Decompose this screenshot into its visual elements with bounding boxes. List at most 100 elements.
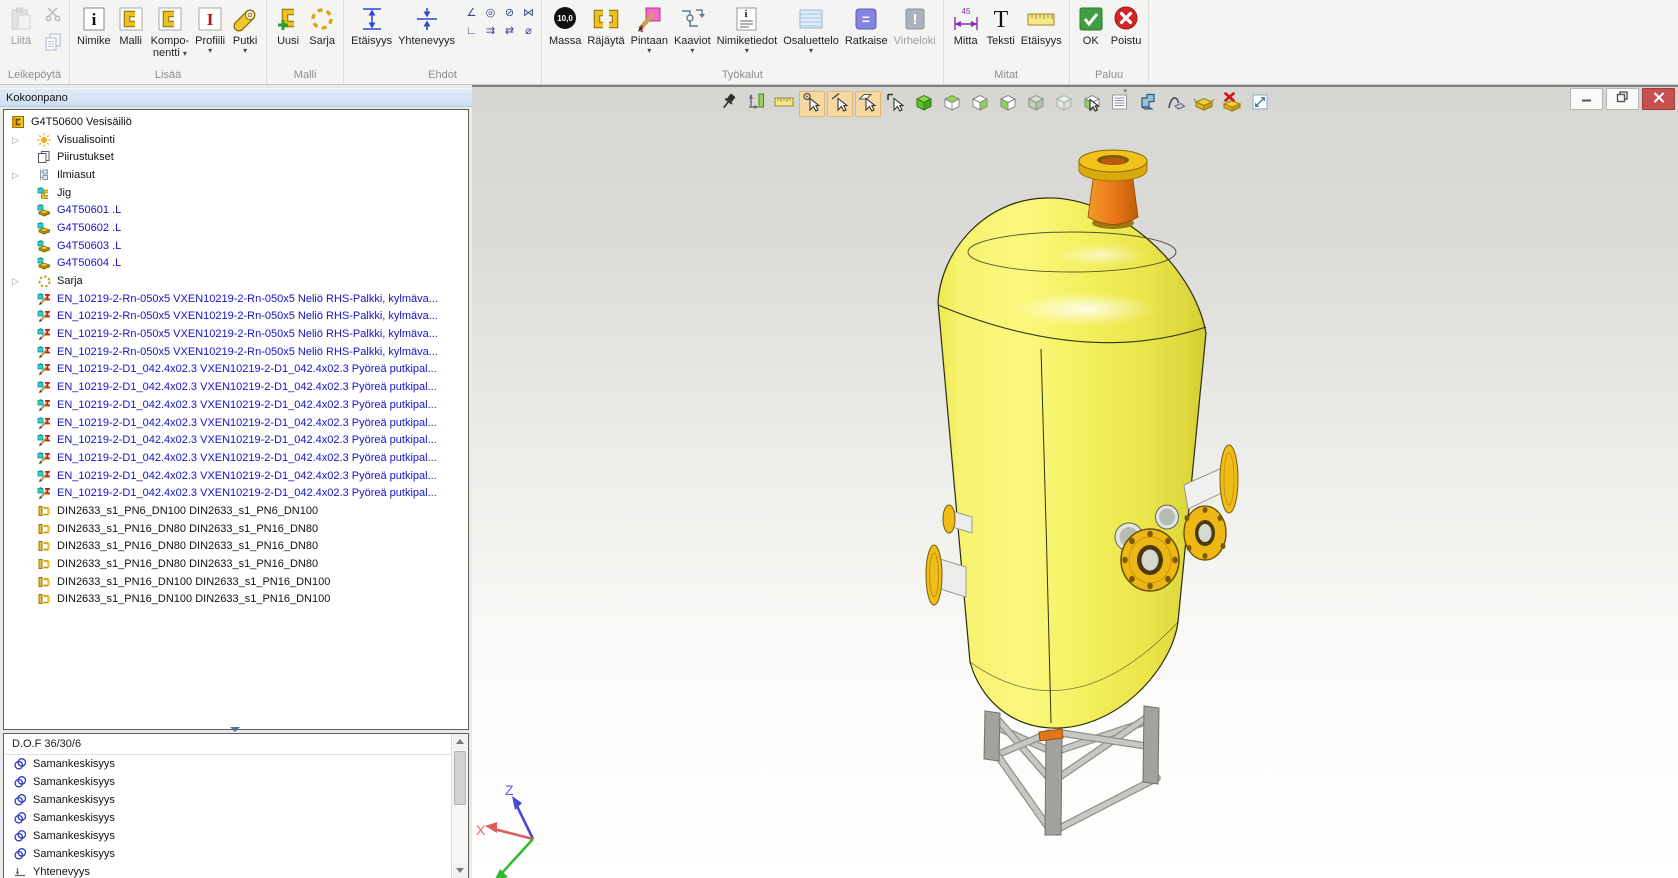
view-hidden-button[interactable] xyxy=(1051,91,1077,117)
scroll-down-button[interactable] xyxy=(452,863,468,878)
et-isyys-button[interactable]: Etäisyys xyxy=(348,1,395,48)
select-edge-button[interactable] xyxy=(827,91,853,117)
ratkaise-button[interactable]: =Ratkaise xyxy=(842,1,891,48)
tree-item[interactable]: G4T50600 Vesisäiliö xyxy=(4,113,468,131)
tree-item[interactable]: EN_10219-2-Rn-050x5 VXEN10219-2-Rn-050x5… xyxy=(4,325,468,343)
tree-item[interactable]: ▷Visualisointi xyxy=(4,131,468,149)
scroll-up-button[interactable] xyxy=(452,734,468,749)
expander-icon[interactable]: ▷ xyxy=(10,276,36,286)
virheloki-button[interactable]: !Virheloki xyxy=(891,1,939,48)
et-isyys-button[interactable]: Etäisyys xyxy=(1018,1,1065,48)
komponentti-button[interactable]: Kompo-nentti ▾ xyxy=(148,1,193,61)
tree-item[interactable]: EN_10219-2-D1_042.4x02.3 VXEN10219-2-D1_… xyxy=(4,484,468,502)
scrollbar-thumb[interactable] xyxy=(454,751,466,805)
curve-button[interactable] xyxy=(1163,91,1189,117)
teksti-button[interactable]: TTeksti xyxy=(984,1,1018,48)
view-wire-top-button[interactable] xyxy=(939,91,965,117)
view-flat-button[interactable] xyxy=(1023,91,1049,117)
restore-button[interactable] xyxy=(1606,88,1639,110)
constraint-item[interactable]: Samankeskisyys xyxy=(4,845,451,863)
expander-icon[interactable]: ▷ xyxy=(10,135,36,145)
model-top-nozzle[interactable] xyxy=(1079,150,1147,229)
no-tangent-constraint-button[interactable]: ⊘ xyxy=(501,6,518,20)
liit-button[interactable]: Liitä xyxy=(4,1,38,48)
tree-item[interactable]: Jig xyxy=(4,184,468,202)
constraint-item[interactable]: Yhtenevyys xyxy=(4,863,451,878)
view-side-button[interactable] xyxy=(967,91,993,117)
tree-item[interactable]: DIN2633_s1_PN16_DN80 DIN2633_s1_PN16_DN8… xyxy=(4,555,468,573)
swap-constraint-button[interactable]: ⇄ xyxy=(501,24,518,38)
constraint-item[interactable]: Samankeskisyys xyxy=(4,809,451,827)
tree-item[interactable]: EN_10219-2-D1_042.4x02.3 VXEN10219-2-D1_… xyxy=(4,396,468,414)
angle-constraint-button[interactable]: ∠ xyxy=(463,6,480,20)
box-open-button[interactable] xyxy=(1191,91,1217,117)
nimiketiedot-button[interactable]: iNimiketiedot▾ xyxy=(714,1,781,56)
tree-item[interactable]: DIN2633_s1_PN16_DN100 DIN2633_s1_PN16_DN… xyxy=(4,573,468,591)
ruler-small-button[interactable] xyxy=(771,91,797,117)
tree-item[interactable]: EN_10219-2-Rn-050x5 VXEN10219-2-Rn-050x5… xyxy=(4,290,468,308)
constraints-scrollbar[interactable] xyxy=(451,734,468,878)
r-j-yt-button[interactable]: Räjäytä xyxy=(584,1,627,48)
massa-button[interactable]: 10,0Massa xyxy=(546,1,584,48)
ok-button[interactable]: OK xyxy=(1074,1,1108,48)
osaluettelo-button[interactable]: Osaluettelo▾ xyxy=(780,1,842,56)
tree-item[interactable]: EN_10219-2-D1_042.4x02.3 VXEN10219-2-D1_… xyxy=(4,414,468,432)
nimike-button[interactable]: iNimike xyxy=(74,1,114,48)
tree-item[interactable]: EN_10219-2-Rn-050x5 VXEN10219-2-Rn-050x5… xyxy=(4,343,468,361)
tree-item[interactable]: Piirustukset xyxy=(4,148,468,166)
tree-item[interactable]: EN_10219-2-D1_042.4x02.3 VXEN10219-2-D1_… xyxy=(4,449,468,467)
constraint-item[interactable]: Samankeskisyys xyxy=(4,755,451,773)
panel-titlebar[interactable]: Kokoonpano xyxy=(0,88,472,107)
tree-item[interactable]: DIN2633_s1_PN16_DN80 DIN2633_s1_PN16_DN8… xyxy=(4,520,468,538)
pushpin-button[interactable] xyxy=(715,91,741,117)
copy-button[interactable] xyxy=(41,32,65,56)
tree-item[interactable]: EN_10219-2-D1_042.4x02.3 VXEN10219-2-D1_… xyxy=(4,378,468,396)
yhtenevyys-button[interactable]: Yhtenevyys xyxy=(395,1,458,48)
tree-item[interactable]: DIN2633_s1_PN16_DN80 DIN2633_s1_PN16_DN8… xyxy=(4,538,468,556)
malli-button[interactable]: Malli xyxy=(114,1,148,48)
display-list-button[interactable]: ▾ xyxy=(1107,91,1133,117)
poistu-button[interactable]: Poistu xyxy=(1108,1,1145,48)
tree-item[interactable]: G4T50603 .L xyxy=(4,237,468,255)
close-button[interactable] xyxy=(1642,88,1675,110)
panel-splitter[interactable] xyxy=(3,726,467,733)
minimize-button[interactable] xyxy=(1570,88,1603,110)
tree-item[interactable]: ▷Ilmiasut xyxy=(4,166,468,184)
putki-button[interactable]: Putki▾ xyxy=(228,1,262,56)
tree-item[interactable]: G4T50602 .L xyxy=(4,219,468,237)
pintaan-button[interactable]: IPintaan▾ xyxy=(628,1,671,56)
diameter-constraint-button[interactable]: ⌀ xyxy=(520,24,537,38)
tree-item[interactable]: DIN2633_s1_PN6_DN100 DIN2633_s1_PN6_DN10… xyxy=(4,502,468,520)
coord-measure-button[interactable] xyxy=(743,91,769,117)
viewport-3d[interactable]: Z X ▾ xyxy=(472,85,1678,878)
expander-icon[interactable]: ▷ xyxy=(10,170,36,180)
scrollbar-track[interactable] xyxy=(452,749,468,863)
constraint-item[interactable]: Samankeskisyys xyxy=(4,827,451,845)
select-vertex-button[interactable] xyxy=(799,91,825,117)
fullscreen-button[interactable] xyxy=(1247,91,1273,117)
tree-item[interactable]: G4T50604 .L xyxy=(4,255,468,273)
scissors-button[interactable] xyxy=(41,4,65,28)
concentric-constraint-button[interactable]: ◎ xyxy=(482,6,499,20)
tree-item[interactable]: G4T50601 .L xyxy=(4,201,468,219)
tree-item[interactable]: EN_10219-2-D1_042.4x02.3 VXEN10219-2-D1_… xyxy=(4,361,468,379)
view-select-button[interactable] xyxy=(1079,91,1105,117)
sarja-button[interactable]: Sarja xyxy=(305,1,339,48)
tree-item[interactable]: ▷Sarja xyxy=(4,272,468,290)
tree-item[interactable]: DIN2633_s1_PN16_DN100 DIN2633_s1_PN16_DN… xyxy=(4,591,468,609)
view-shaded-button[interactable] xyxy=(911,91,937,117)
tree-item[interactable]: EN_10219-2-D1_042.4x02.3 VXEN10219-2-D1_… xyxy=(4,467,468,485)
select-component-button[interactable] xyxy=(883,91,909,117)
constraint-item[interactable]: Samankeskisyys xyxy=(4,773,451,791)
select-face-button[interactable] xyxy=(855,91,881,117)
profiili-button[interactable]: IProfiili▾ xyxy=(192,1,228,56)
tree-item[interactable]: EN_10219-2-Rn-050x5 VXEN10219-2-Rn-050x5… xyxy=(4,308,468,326)
tree-item[interactable]: EN_10219-2-D1_042.4x02.3 VXEN10219-2-D1_… xyxy=(4,431,468,449)
mitta-button[interactable]: 45Mitta xyxy=(948,1,984,48)
symmetry-constraint-button[interactable]: ⋈ xyxy=(520,6,537,20)
model-3d-tank[interactable]: Z X xyxy=(472,87,1678,878)
perpendicular-constraint-button[interactable]: ∟ xyxy=(463,24,480,38)
model-tank-body[interactable] xyxy=(938,198,1206,728)
box-delete-button[interactable] xyxy=(1219,91,1245,117)
parallel-constraint-button[interactable]: ⇉ xyxy=(482,24,499,38)
